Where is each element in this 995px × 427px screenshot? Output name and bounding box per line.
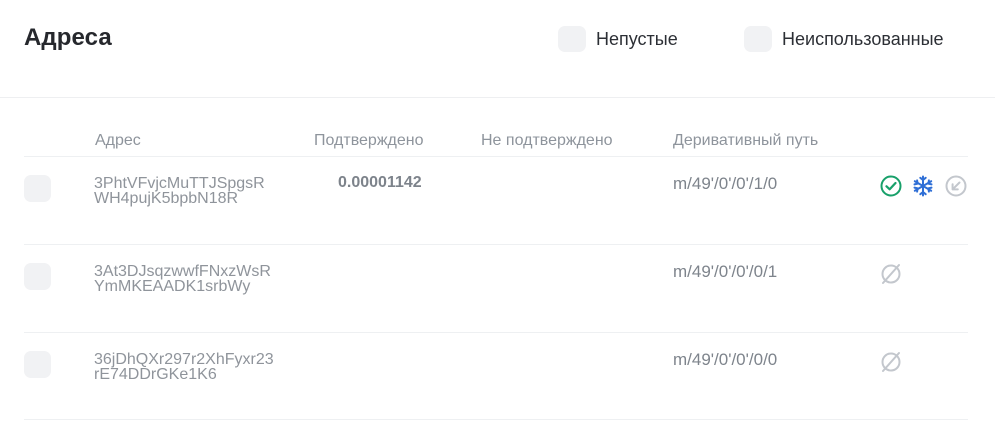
- empty-set-icon[interactable]: [879, 350, 903, 374]
- row-checkbox[interactable]: [24, 351, 51, 378]
- filter-nonempty[interactable]: Непустые: [558, 26, 678, 52]
- snowflake-icon[interactable]: [911, 174, 935, 198]
- column-header-derivation-path[interactable]: Деривативный путь: [673, 132, 818, 150]
- derivation-path-value: m/49'/0'/0'/0/0: [673, 350, 778, 369]
- page-title: Адреса: [24, 24, 112, 51]
- address-value[interactable]: 3PhtVFvjcMuTTJSpgsRWH4pujK5bpbN18R: [94, 176, 274, 207]
- filter-unused-checkbox[interactable]: [744, 26, 772, 52]
- filter-unused[interactable]: Неиспользованные: [744, 26, 944, 52]
- address-value[interactable]: 36jDhQXr297r2XhFyxr23rE74DDrGKe1K6: [94, 352, 274, 383]
- row-divider: [24, 244, 968, 245]
- table-row[interactable]: 3PhtVFvjcMuTTJSpgsRWH4pujK5bpbN18R 0.000…: [0, 156, 995, 244]
- row-divider: [24, 156, 968, 157]
- column-header-unconfirmed[interactable]: Не подтверждено: [481, 132, 613, 150]
- filter-nonempty-checkbox[interactable]: [558, 26, 586, 52]
- address-value[interactable]: 3At3DJsqzwwfFNxzWsRYmMKEAADK1srbWy: [94, 264, 274, 295]
- table-row[interactable]: 36jDhQXr297r2XhFyxr23rE74DDrGKe1K6 m/49'…: [0, 332, 995, 420]
- table-bottom-divider: [24, 419, 968, 420]
- derivation-path-value: m/49'/0'/0'/1/0: [673, 174, 778, 193]
- row-checkbox[interactable]: [24, 263, 51, 290]
- receive-arrow-icon[interactable]: [944, 174, 968, 198]
- row-checkbox[interactable]: [24, 175, 51, 202]
- check-circle-icon[interactable]: [879, 174, 903, 198]
- row-divider: [24, 332, 968, 333]
- filter-nonempty-label: Непустые: [596, 28, 678, 49]
- column-header-confirmed[interactable]: Подтверждено: [314, 132, 424, 150]
- column-header-address[interactable]: Адрес: [95, 132, 141, 150]
- confirmed-value: 0.00001142: [338, 174, 422, 191]
- table-row[interactable]: 3At3DJsqzwwfFNxzWsRYmMKEAADK1srbWy m/49'…: [0, 244, 995, 332]
- table-header: Адрес Подтверждено Не подтверждено Дерив…: [0, 98, 995, 156]
- filter-unused-label: Неиспользованные: [782, 28, 944, 49]
- empty-set-icon[interactable]: [879, 262, 903, 286]
- derivation-path-value: m/49'/0'/0'/0/1: [673, 262, 778, 281]
